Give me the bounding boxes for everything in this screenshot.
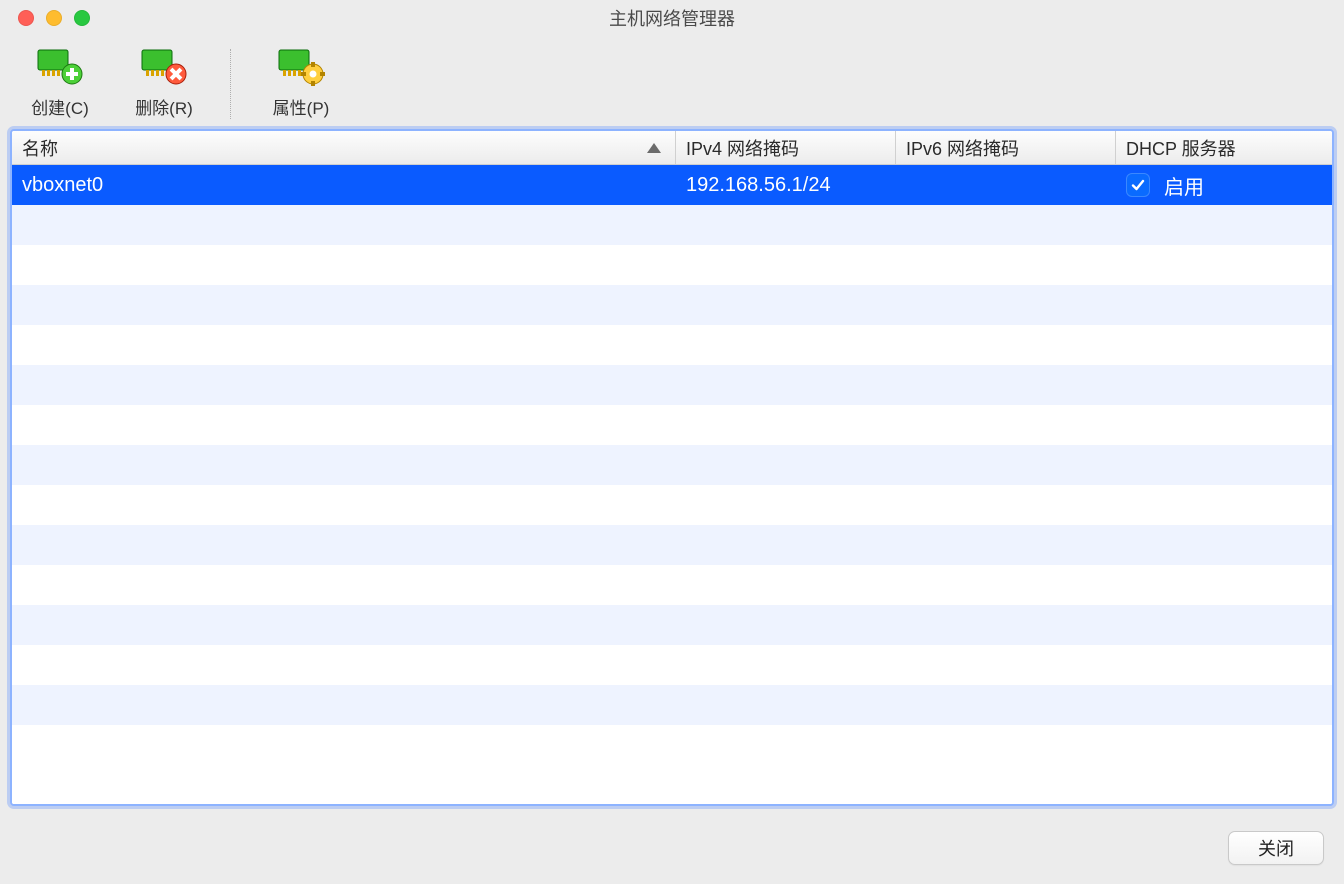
table-row-empty [12,485,1332,525]
zoom-window-icon[interactable] [74,10,90,26]
table-row-empty [12,365,1332,405]
column-header-ipv6[interactable]: IPv6 网络掩码 [896,131,1116,164]
create-button[interactable]: 创建(C) [8,40,112,119]
table-row-empty [12,565,1332,605]
column-header-dhcp[interactable]: DHCP 服务器 [1116,131,1332,164]
content-area: 名称 IPv4 网络掩码 IPv6 网络掩码 DHCP 服务器 vboxnet0… [0,129,1344,812]
column-header-ipv6-label: IPv6 网络掩码 [906,135,1019,161]
table-row-empty [12,685,1332,725]
sort-ascending-icon [647,143,661,153]
dhcp-enabled-checkbox[interactable] [1126,173,1150,197]
cell-dhcp: 启用 [1116,171,1332,200]
close-button[interactable]: 关闭 [1228,831,1324,865]
host-network-manager-window: 主机网络管理器 创建(C) [0,0,1344,884]
column-header-name[interactable]: 名称 [12,131,676,164]
cell-name: vboxnet0 [12,174,676,197]
properties-button-label: 属性(P) [273,94,330,119]
table-row-empty [12,445,1332,485]
properties-button[interactable]: 属性(P) [249,40,353,119]
table-row-empty [12,405,1332,445]
cell-ipv4: 192.168.56.1/24 [676,174,896,197]
minimize-window-icon[interactable] [46,10,62,26]
column-header-name-label: 名称 [22,135,58,161]
footer: 关闭 [0,812,1344,884]
networks-table[interactable]: 名称 IPv4 网络掩码 IPv6 网络掩码 DHCP 服务器 vboxnet0… [10,129,1334,806]
table-row-empty [12,525,1332,565]
toolbar: 创建(C) 删除(R) [0,36,1344,129]
column-header-ipv4[interactable]: IPv4 网络掩码 [676,131,896,164]
table-body: vboxnet0192.168.56.1/24 启用 [12,165,1332,804]
close-window-icon[interactable] [18,10,34,26]
table-row-empty [12,245,1332,285]
toolbar-separator [230,49,231,119]
remove-button-label: 删除(R) [135,94,193,119]
table-row-empty [12,645,1332,685]
table-row-empty [12,205,1332,245]
table-row-empty [12,325,1332,365]
column-header-ipv4-label: IPv4 网络掩码 [686,135,799,161]
table-row[interactable]: vboxnet0192.168.56.1/24 启用 [12,165,1332,205]
table-header-row: 名称 IPv4 网络掩码 IPv6 网络掩码 DHCP 服务器 [12,131,1332,165]
table-row-empty [12,725,1332,765]
column-header-dhcp-label: DHCP 服务器 [1126,135,1236,161]
network-create-icon [36,44,84,88]
table-row-empty [12,605,1332,645]
network-remove-icon [140,44,188,88]
remove-button[interactable]: 删除(R) [112,40,216,119]
window-controls [0,10,90,26]
window-title: 主机网络管理器 [0,5,1344,31]
dhcp-enabled-label: 启用 [1164,171,1204,200]
titlebar[interactable]: 主机网络管理器 [0,0,1344,36]
table-row-empty [12,285,1332,325]
network-properties-icon [277,44,325,88]
create-button-label: 创建(C) [31,94,89,119]
